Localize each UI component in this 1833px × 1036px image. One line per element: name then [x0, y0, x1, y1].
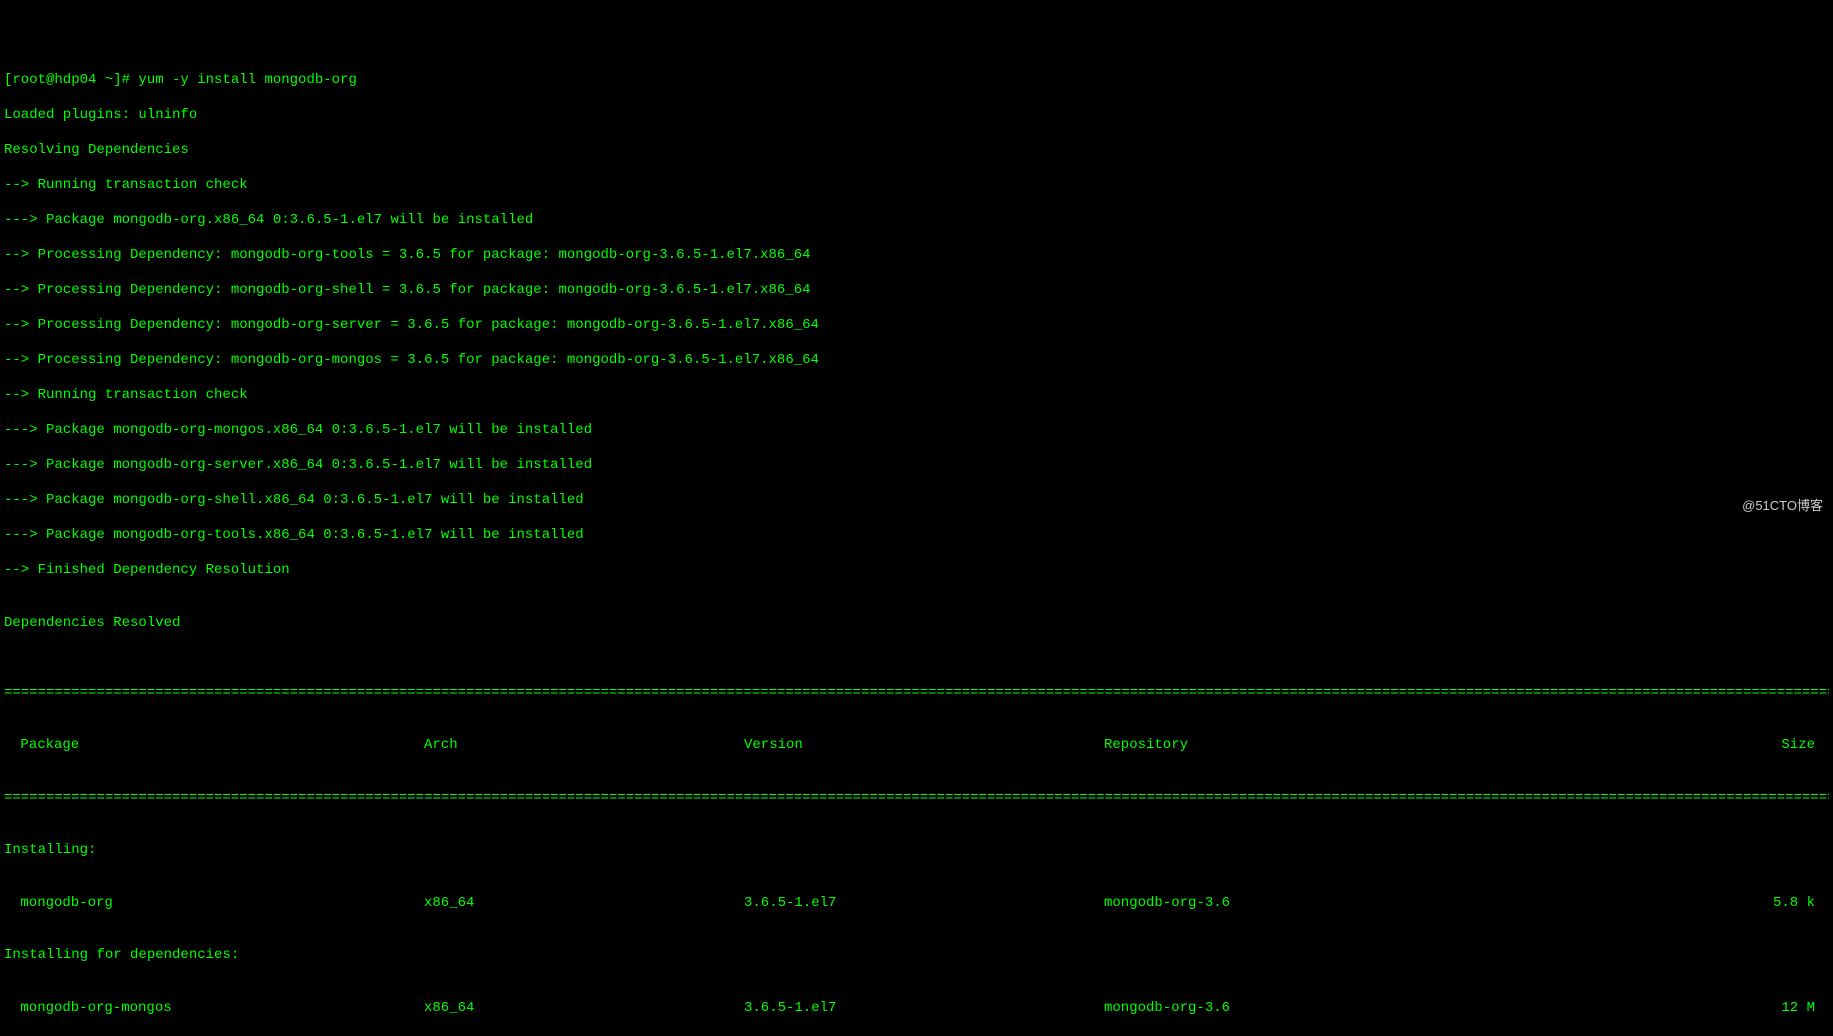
- cell-repo: mongodb-org-3.6: [1104, 895, 1504, 913]
- cell-repo: mongodb-org-3.6: [1104, 1035, 1504, 1036]
- cell-size: 20 M: [1504, 1035, 1829, 1036]
- output-line: ---> Package mongodb-org.x86_64 0:3.6.5-…: [4, 212, 1829, 230]
- cell-repo: mongodb-org-3.6: [1104, 1000, 1504, 1018]
- output-line: --> Running transaction check: [4, 177, 1829, 195]
- output-line: --> Processing Dependency: mongodb-org-m…: [4, 352, 1829, 370]
- header-package: Package: [4, 737, 424, 755]
- cell-package: mongodb-org-mongos: [4, 1000, 424, 1018]
- header-version: Version: [744, 737, 1104, 755]
- output-line: --> Running transaction check: [4, 387, 1829, 405]
- cell-arch: x86_64: [424, 1000, 744, 1018]
- output-line: Dependencies Resolved: [4, 615, 1829, 633]
- cell-package: mongodb-org-server: [4, 1035, 424, 1036]
- table-row: mongodb-org-mongos x86_64 3.6.5-1.el7 mo…: [4, 1000, 1829, 1018]
- cell-arch: x86_64: [424, 1035, 744, 1036]
- shell-prompt: [root@hdp04 ~]# yum -y install mongodb-o…: [4, 72, 1829, 90]
- table-header: Package Arch Version Repository Size: [4, 737, 1829, 755]
- output-line: ---> Package mongodb-org-server.x86_64 0…: [4, 457, 1829, 475]
- cell-version: 3.6.5-1.el7: [744, 895, 1104, 913]
- cell-size: 5.8 k: [1504, 895, 1829, 913]
- output-line: --> Processing Dependency: mongodb-org-s…: [4, 282, 1829, 300]
- watermark: @51CTO博客: [1742, 498, 1823, 514]
- table-row: mongodb-org-server x86_64 3.6.5-1.el7 mo…: [4, 1035, 1829, 1036]
- header-repository: Repository: [1104, 737, 1504, 755]
- divider: ========================================…: [4, 790, 1829, 808]
- cell-arch: x86_64: [424, 895, 744, 913]
- header-size: Size: [1504, 737, 1829, 755]
- output-line: --> Finished Dependency Resolution: [4, 562, 1829, 580]
- output-line: Loaded plugins: ulninfo: [4, 107, 1829, 125]
- divider: ========================================…: [4, 685, 1829, 703]
- output-line: --> Processing Dependency: mongodb-org-t…: [4, 247, 1829, 265]
- output-line: ---> Package mongodb-org-shell.x86_64 0:…: [4, 492, 1829, 510]
- output-line: Resolving Dependencies: [4, 142, 1829, 160]
- cell-package: mongodb-org: [4, 895, 424, 913]
- output-line: ---> Package mongodb-org-tools.x86_64 0:…: [4, 527, 1829, 545]
- cell-version: 3.6.5-1.el7: [744, 1035, 1104, 1036]
- output-line: --> Processing Dependency: mongodb-org-s…: [4, 317, 1829, 335]
- cell-size: 12 M: [1504, 1000, 1829, 1018]
- header-arch: Arch: [424, 737, 744, 755]
- cell-version: 3.6.5-1.el7: [744, 1000, 1104, 1018]
- output-line: ---> Package mongodb-org-mongos.x86_64 0…: [4, 422, 1829, 440]
- table-row: mongodb-org x86_64 3.6.5-1.el7 mongodb-o…: [4, 895, 1829, 913]
- section-installing-deps: Installing for dependencies:: [4, 947, 1829, 965]
- section-installing: Installing:: [4, 842, 1829, 860]
